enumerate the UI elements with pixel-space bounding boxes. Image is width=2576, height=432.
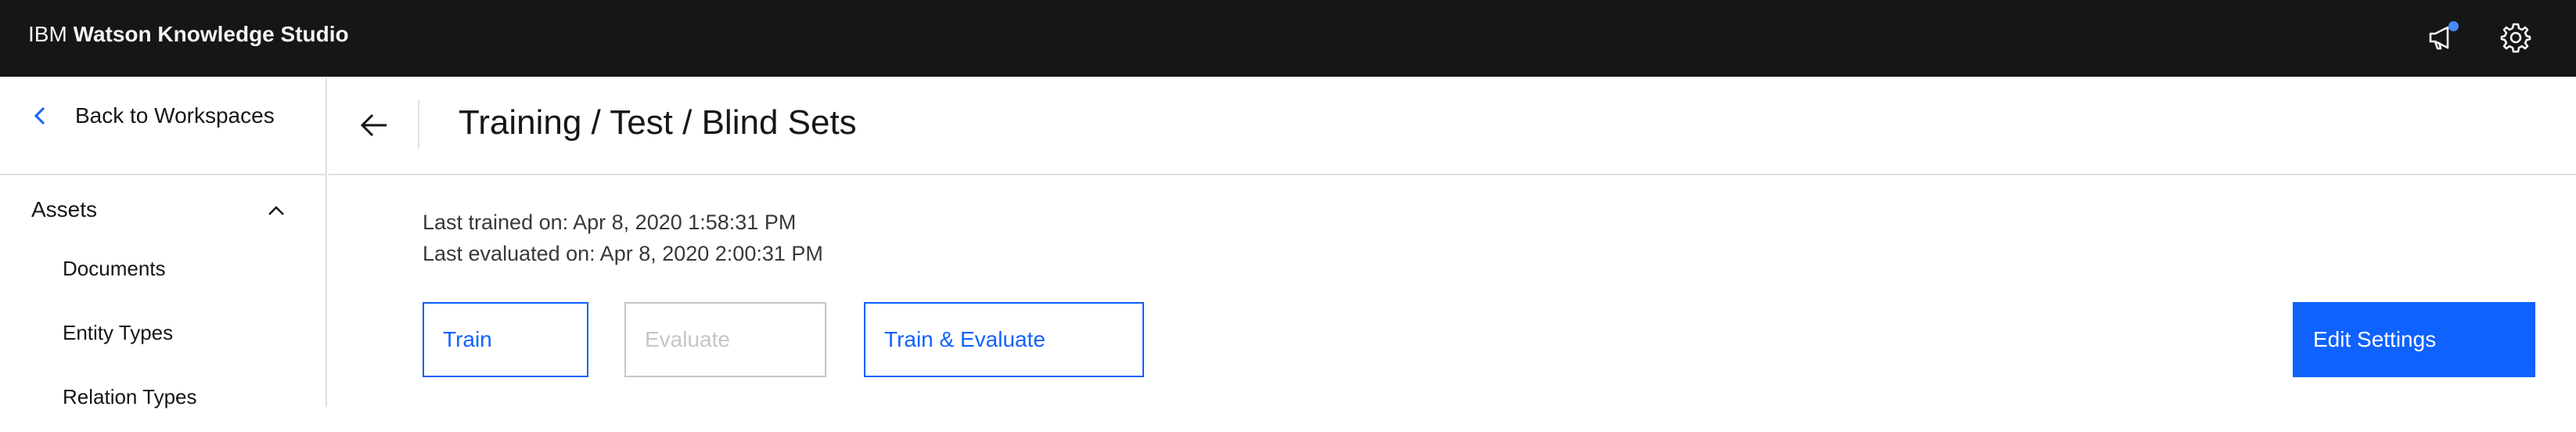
sidebar-item-label: Entity Types	[63, 321, 174, 344]
sidebar-item-relation-types[interactable]: Relation Types	[0, 368, 326, 432]
sidebar-item-entity-types[interactable]: Entity Types	[0, 304, 326, 368]
chevron-left-icon	[34, 106, 45, 125]
settings-button[interactable]	[2498, 20, 2534, 56]
assets-section-toggle[interactable]: Assets	[0, 175, 326, 239]
sidebar-item-label: Relation Types	[63, 385, 197, 409]
page-title: Training / Test / Blind Sets	[459, 103, 857, 142]
back-to-workspaces-link[interactable]: Back to Workspaces	[0, 77, 326, 175]
train-and-evaluate-button[interactable]: Train & Evaluate	[864, 302, 1144, 377]
edit-settings-button[interactable]: Edit Settings	[2293, 302, 2535, 377]
assets-section-label: Assets	[31, 197, 98, 221]
sidebar-item-label: Documents	[63, 257, 166, 280]
last-evaluated-text: Last evaluated on: Apr 8, 2020 2:00:31 P…	[423, 242, 823, 265]
top-header-bar: IBM Watson Knowledge Studio	[0, 0, 2576, 77]
sidebar-item-documents[interactable]: Documents	[0, 239, 326, 304]
brand-name: Watson Knowledge Studio	[73, 22, 349, 46]
gear-icon	[2500, 23, 2531, 53]
header-divider	[418, 100, 419, 149]
notifications-button[interactable]	[2424, 20, 2460, 56]
notification-dot	[2448, 21, 2459, 31]
main-content: Training / Test / Blind Sets Last traine…	[329, 77, 2576, 407]
last-trained-text: Last trained on: Apr 8, 2020 1:58:31 PM	[423, 211, 797, 234]
chevron-up-icon	[268, 206, 284, 215]
app-brand[interactable]: IBM Watson Knowledge Studio	[28, 22, 349, 47]
page-header: Training / Test / Blind Sets	[329, 77, 2576, 175]
brand-prefix: IBM	[28, 22, 67, 46]
back-to-workspaces-label: Back to Workspaces	[75, 103, 275, 128]
training-status: Last trained on: Apr 8, 2020 1:58:31 PM …	[423, 207, 823, 269]
evaluate-button[interactable]: Evaluate	[624, 302, 826, 377]
assets-section: Assets Documents Entity Types Relation T…	[0, 175, 326, 409]
arrow-left-icon[interactable]	[358, 111, 390, 139]
sidebar: Back to Workspaces Assets Documents Enti…	[0, 77, 327, 409]
train-button[interactable]: Train	[423, 302, 588, 377]
